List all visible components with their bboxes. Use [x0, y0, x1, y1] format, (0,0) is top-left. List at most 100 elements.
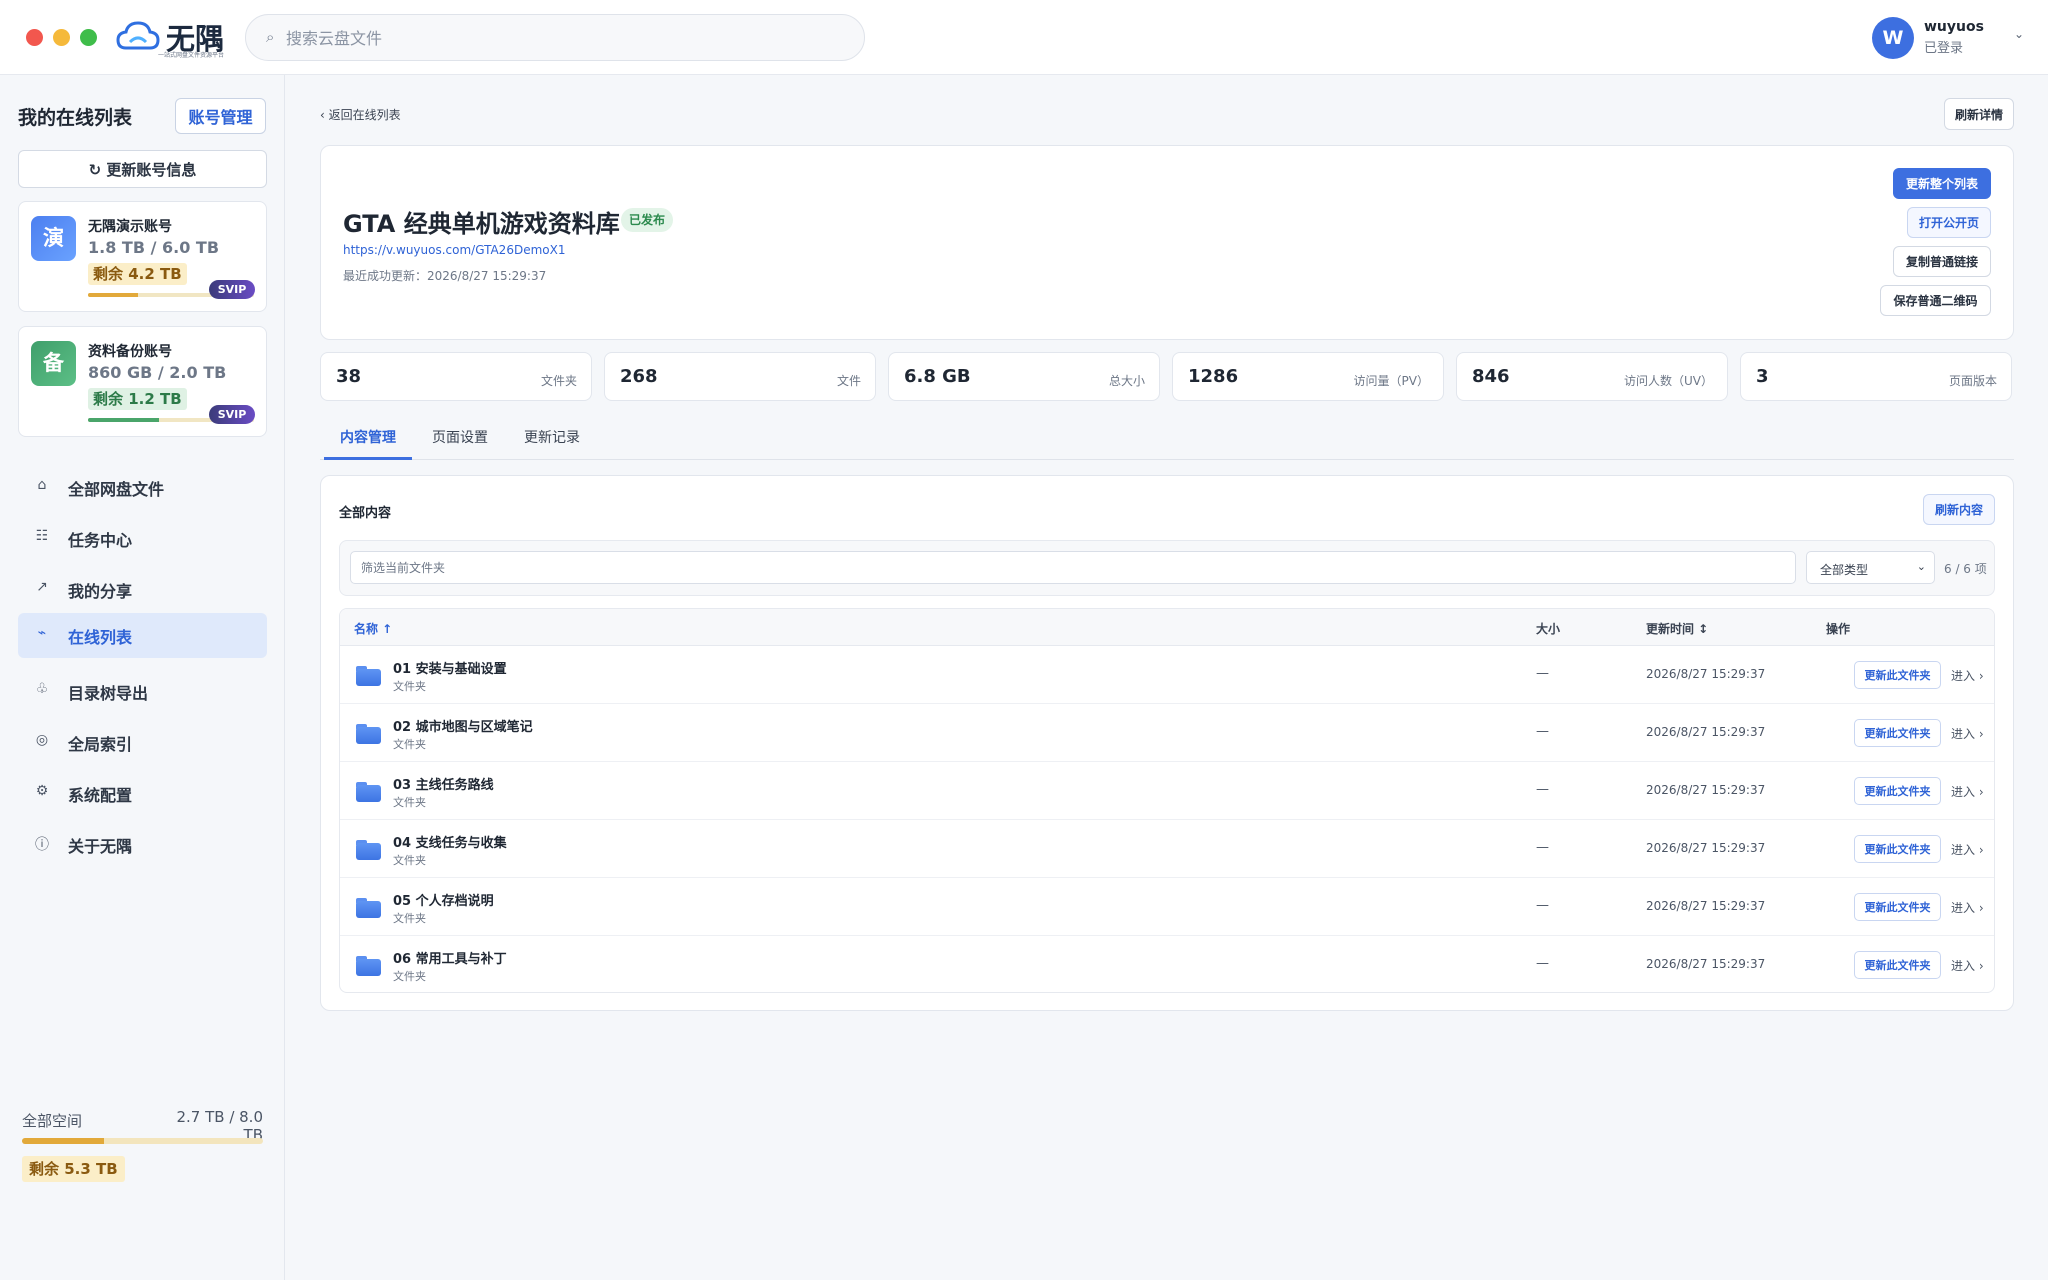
brand-logo[interactable]: 无隅 一站式网盘文件资源平台: [116, 16, 232, 60]
table-row[interactable]: 01 安装与基础设置 文件夹 — 2026/8/27 15:29:37 更新此文…: [340, 646, 1994, 704]
sidebar-item-about[interactable]: ⓘ 关于无隅: [18, 822, 267, 867]
row-size: —: [1536, 840, 1549, 855]
enter-folder-link[interactable]: 进入 ›: [1951, 841, 1984, 858]
update-folder-button[interactable]: 更新此文件夹: [1854, 661, 1941, 689]
sidebar-item-online-list[interactable]: ⌁ 在线列表: [18, 613, 267, 658]
stat-card-total-size: 6.8 GB 总大小: [888, 352, 1160, 401]
row-size: —: [1536, 956, 1549, 971]
update-folder-button[interactable]: 更新此文件夹: [1854, 951, 1941, 979]
stat-label: 页面版本: [1948, 374, 1997, 388]
svip-badge: SVIP: [209, 405, 255, 424]
folder-icon: [356, 840, 381, 860]
brand-tagline: 一站式网盘文件资源平台: [158, 52, 225, 59]
sidebar-item-system-config[interactable]: ⚙ 系统配置: [18, 771, 267, 816]
update-folder-button[interactable]: 更新此文件夹: [1854, 719, 1941, 747]
content-panel: 全部内容 刷新内容 全部类型 ⌄ 6 / 6 项 名称 ↑ 大小 更新时间 ↕ …: [320, 475, 2014, 1011]
refresh-detail-button[interactable]: 刷新详情: [1944, 98, 2014, 130]
account-name: 资料备份账号: [88, 344, 172, 360]
tab-page-settings[interactable]: 页面设置: [416, 414, 504, 460]
folder-icon: [356, 898, 381, 918]
window-minimize-button[interactable]: [53, 29, 70, 46]
back-link-label: 返回在线列表: [328, 108, 401, 122]
column-ops: 操作: [1826, 622, 1851, 636]
open-public-page-button[interactable]: 打开公开页: [1907, 207, 1991, 238]
user-status: 已登录: [1924, 41, 1964, 56]
total-space-bar: [22, 1138, 263, 1144]
window-zoom-button[interactable]: [80, 29, 97, 46]
content-table: 名称 ↑ 大小 更新时间 ↕ 操作 01 安装与基础设置 文件夹 — 2026/…: [339, 608, 1995, 993]
row-name[interactable]: 03 主线任务路线: [393, 774, 494, 793]
row-type: 文件夹: [393, 738, 426, 751]
enter-folder-link[interactable]: 进入 ›: [1951, 957, 1984, 974]
row-name[interactable]: 04 支线任务与收集: [393, 832, 507, 851]
back-link[interactable]: ‹ 返回在线列表: [320, 106, 401, 123]
tab-update-history[interactable]: 更新记录: [508, 414, 596, 460]
stat-value: 268: [620, 366, 658, 387]
account-card[interactable]: 备 资料备份账号 860 GB / 2.0 TB 剩余 1.2 TB SVIP: [18, 326, 267, 437]
window-close-button[interactable]: [26, 29, 43, 46]
folder-icon: [356, 666, 381, 686]
update-folder-button[interactable]: 更新此文件夹: [1854, 835, 1941, 863]
type-select[interactable]: 全部类型 ⌄: [1806, 551, 1935, 584]
sidebar-item-global-index[interactable]: ◎ 全局索引: [18, 720, 267, 765]
table-row[interactable]: 05 个人存档说明 文件夹 — 2026/8/27 15:29:37 更新此文件…: [340, 878, 1994, 936]
enter-folder-link[interactable]: 进入 ›: [1951, 725, 1984, 742]
update-folder-button[interactable]: 更新此文件夹: [1854, 777, 1941, 805]
row-name[interactable]: 01 安装与基础设置: [393, 658, 507, 677]
tab-content-management[interactable]: 内容管理: [324, 414, 412, 460]
enter-folder-link[interactable]: 进入 ›: [1951, 667, 1984, 684]
sidebar-item-tree-export[interactable]: ♧ 目录树导出: [18, 669, 267, 714]
chevron-down-icon: ⌄: [1916, 560, 1926, 573]
column-time-sort[interactable]: 更新时间 ↕: [1646, 620, 1708, 637]
column-name-sort[interactable]: 名称 ↑: [354, 620, 392, 637]
account-card[interactable]: 演 无隅演示账号 1.8 TB / 6.0 TB 剩余 4.2 TB SVIP: [18, 201, 267, 312]
save-qr-button[interactable]: 保存普通二维码: [1880, 285, 1991, 316]
item-count: 6 / 6 项: [1944, 562, 1987, 576]
refresh-account-button[interactable]: ↻ 更新账号信息: [18, 150, 267, 188]
chevron-down-icon[interactable]: ⌄: [2014, 27, 2024, 41]
account-free-space: 剩余 4.2 TB: [88, 263, 187, 285]
search-input[interactable]: [286, 22, 846, 54]
row-name[interactable]: 02 城市地图与区域笔记: [393, 716, 533, 735]
update-all-button[interactable]: 更新整个列表: [1893, 168, 1991, 199]
list-detail-card: GTA 经典单机游戏资料库 已发布 https://v.wuyuos.com/G…: [320, 145, 2014, 340]
account-badge: 备: [31, 341, 76, 386]
sidebar-item-label: 目录树导出: [68, 684, 149, 703]
sidebar-item-label: 全部网盘文件: [68, 480, 165, 499]
refresh-content-button[interactable]: 刷新内容: [1923, 494, 1995, 525]
avatar[interactable]: W: [1872, 17, 1914, 59]
home-icon: ⌂: [37, 477, 47, 493]
account-usage-bar-fill: [88, 293, 138, 297]
user-menu[interactable]: W wuyuos 已登录 ⌄: [1872, 15, 2032, 61]
folder-filter-input[interactable]: [350, 551, 1796, 584]
search-box[interactable]: ⌕: [245, 14, 865, 61]
content-panel-title: 全部内容: [339, 506, 392, 521]
public-url-link[interactable]: https://v.wuyuos.com/GTA26DemoX1: [343, 243, 565, 257]
stat-label: 文件: [836, 374, 861, 388]
svip-badge: SVIP: [209, 280, 255, 299]
row-name[interactable]: 06 常用工具与补丁: [393, 948, 507, 967]
sidebar-item-all-files[interactable]: ⌂ 全部网盘文件: [18, 465, 267, 510]
share-arrow-icon: ↗: [36, 579, 48, 595]
row-type: 文件夹: [393, 970, 426, 983]
total-space-label: 全部空间: [22, 1112, 83, 1130]
sidebar-item-label: 系统配置: [68, 786, 133, 805]
table-row[interactable]: 06 常用工具与补丁 文件夹 — 2026/8/27 15:29:37 更新此文…: [340, 936, 1994, 992]
cloud-logo-icon: [116, 21, 160, 50]
stat-value: 1286: [1188, 366, 1239, 387]
update-folder-button[interactable]: 更新此文件夹: [1854, 893, 1941, 921]
stat-label: 访问量（PV）: [1353, 374, 1429, 388]
stat-label: 访问人数（UV）: [1624, 374, 1713, 388]
enter-folder-link[interactable]: 进入 ›: [1951, 783, 1984, 800]
sidebar-item-my-shares[interactable]: ↗ 我的分享: [18, 567, 267, 612]
row-time: 2026/8/27 15:29:37: [1646, 667, 1766, 681]
table-row[interactable]: 04 支线任务与收集 文件夹 — 2026/8/27 15:29:37 更新此文…: [340, 820, 1994, 878]
sidebar-item-task-center[interactable]: ☷ 任务中心: [18, 516, 267, 561]
table-row[interactable]: 02 城市地图与区域笔记 文件夹 — 2026/8/27 15:29:37 更新…: [340, 704, 1994, 762]
account-manage-button[interactable]: 账号管理: [175, 98, 266, 134]
table-row[interactable]: 03 主线任务路线 文件夹 — 2026/8/27 15:29:37 更新此文件…: [340, 762, 1994, 820]
row-name[interactable]: 05 个人存档说明: [393, 890, 494, 909]
enter-folder-link[interactable]: 进入 ›: [1951, 899, 1984, 916]
copy-link-button[interactable]: 复制普通链接: [1893, 246, 1991, 277]
user-name: wuyuos: [1924, 19, 1984, 35]
